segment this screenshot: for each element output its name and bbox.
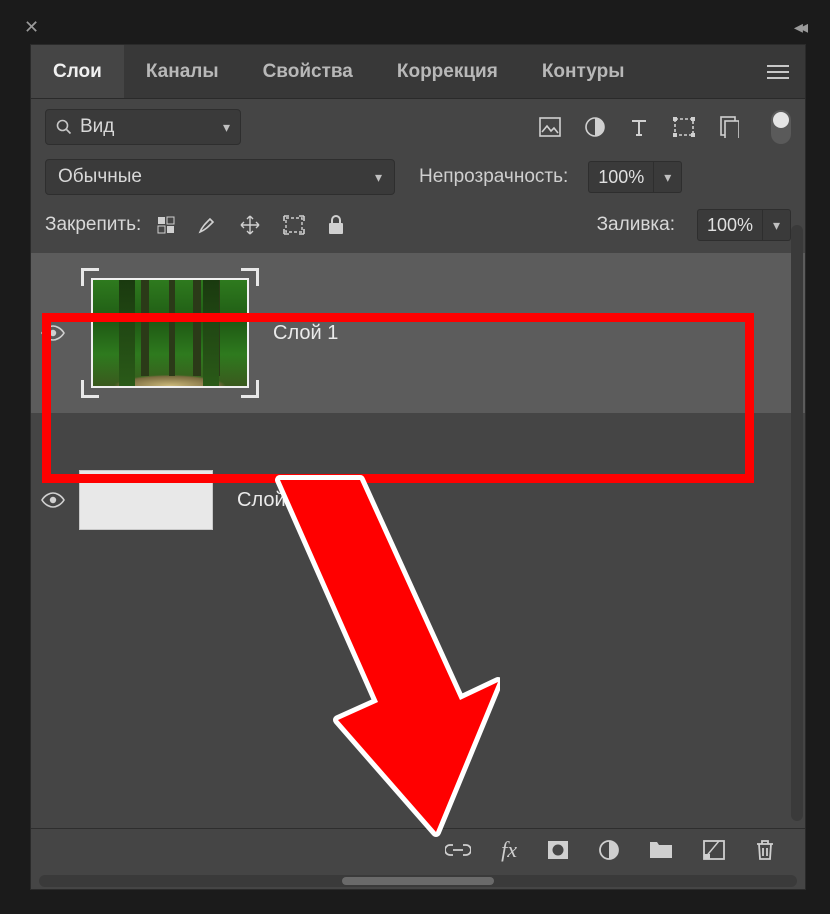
opacity-input[interactable]: 100% <box>588 161 654 193</box>
layer-name[interactable]: Слой 1 <box>273 322 338 345</box>
layer-thumbnail[interactable] <box>91 278 249 388</box>
tab-layers[interactable]: Слои <box>31 45 124 98</box>
lock-artboard-icon[interactable] <box>283 215 305 235</box>
layer-name[interactable]: Слой 0 <box>237 489 302 512</box>
smartobject-corner-icon <box>81 380 99 398</box>
tab-channels[interactable]: Каналы <box>124 45 241 98</box>
lock-label: Закрепить: <box>45 214 141 236</box>
smartobject-corner-icon <box>81 268 99 286</box>
layers-bottom-toolbar: fx <box>31 829 805 871</box>
blend-opacity-row: Обычные ▾ Непрозрачность: 100% ▾ <box>31 155 805 205</box>
filter-toggle[interactable] <box>771 110 791 144</box>
image-filter-icon[interactable] <box>539 117 561 137</box>
chevron-down-icon: ▾ <box>223 119 230 136</box>
lock-brush-icon[interactable] <box>197 215 217 235</box>
chevron-down-icon: ▾ <box>773 217 780 234</box>
panel-menu-icon[interactable] <box>751 45 805 98</box>
new-group-icon[interactable] <box>649 840 673 860</box>
lock-position-icon[interactable] <box>239 214 261 236</box>
search-icon <box>56 119 72 135</box>
collapse-panel-icon[interactable]: ◂◂ <box>794 18 804 36</box>
layer-filter-row: Вид ▾ <box>31 99 805 155</box>
layer-row[interactable]: Слой 0 <box>31 445 805 555</box>
blend-mode-select[interactable]: Обычные ▾ <box>45 159 395 195</box>
layer-fx-icon[interactable]: fx <box>501 837 517 863</box>
add-mask-icon[interactable] <box>547 840 569 860</box>
adjustment-filter-icon[interactable] <box>585 117 605 137</box>
delete-layer-icon[interactable] <box>755 839 775 861</box>
visibility-icon[interactable] <box>41 325 65 341</box>
layer-thumbnail[interactable] <box>79 470 213 530</box>
chevron-down-icon: ▾ <box>375 169 382 186</box>
type-filter-icon[interactable] <box>629 117 649 137</box>
lock-fill-row: Закрепить: Заливка: 100% ▾ <box>31 205 805 253</box>
link-layers-icon[interactable] <box>445 842 471 858</box>
tab-paths[interactable]: Контуры <box>520 45 647 98</box>
layer-filter-type-select[interactable]: Вид ▾ <box>45 109 241 145</box>
tab-properties[interactable]: Свойства <box>241 45 375 98</box>
vertical-scrollbar[interactable] <box>791 225 803 821</box>
fill-slider-toggle[interactable]: ▾ <box>763 209 791 241</box>
smartobject-corner-icon <box>241 380 259 398</box>
chevron-down-icon: ▾ <box>664 169 671 186</box>
layers-panel: Слои Каналы Свойства Коррекция Контуры В… <box>30 44 806 890</box>
layer-filter-type-label: Вид <box>80 116 114 138</box>
tab-adjustments[interactable]: Коррекция <box>375 45 520 98</box>
panel-tabs: Слои Каналы Свойства Коррекция Контуры <box>31 45 805 99</box>
opacity-label: Непрозрачность: <box>419 166 568 188</box>
adjustment-layer-icon[interactable] <box>599 840 619 860</box>
opacity-slider-toggle[interactable]: ▾ <box>654 161 682 193</box>
fill-input[interactable]: 100% <box>697 209 763 241</box>
lock-pixels-icon[interactable] <box>157 216 175 234</box>
lock-all-icon[interactable] <box>327 215 345 235</box>
horizontal-scrollbar[interactable] <box>39 875 797 887</box>
layer-row[interactable]: Слой 1 <box>31 253 805 413</box>
shape-filter-icon[interactable] <box>673 117 695 137</box>
blend-mode-value: Обычные <box>58 166 142 188</box>
close-panel-icon[interactable]: ✕ <box>24 18 39 36</box>
layer-list: Слой 1 Слой 0 <box>31 253 805 555</box>
new-layer-icon[interactable] <box>703 840 725 860</box>
smartobject-corner-icon <box>241 268 259 286</box>
smartobject-filter-icon[interactable] <box>719 116 739 138</box>
fill-label: Заливка: <box>597 214 675 236</box>
visibility-icon[interactable] <box>41 492 65 508</box>
